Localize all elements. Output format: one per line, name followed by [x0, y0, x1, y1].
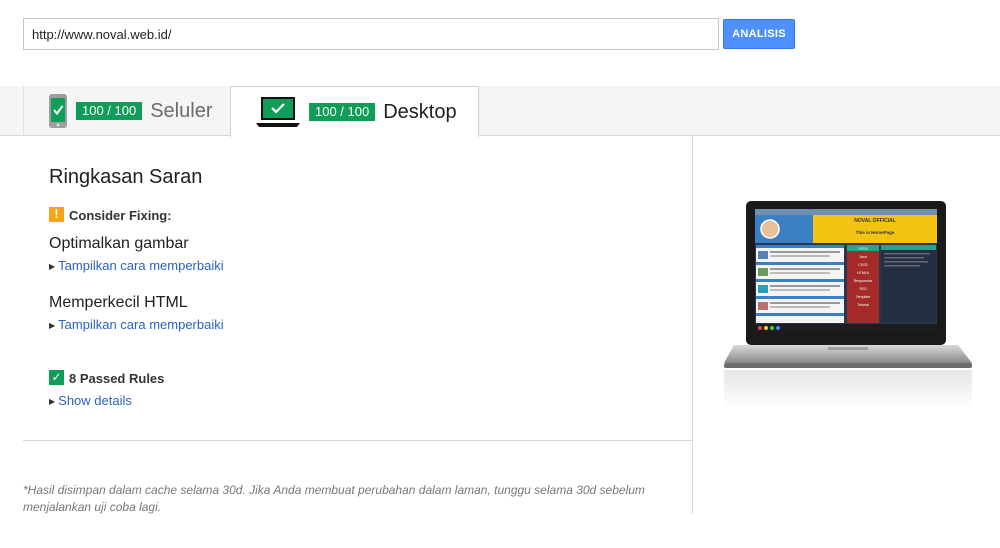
mobile-tab-label: Seluler: [150, 99, 213, 122]
preview-nav-item: Template: [856, 295, 871, 299]
show-fix-link-text: Tampilkan cara memperbaiki: [58, 317, 224, 332]
preview-nav-item: CSS3: [858, 263, 867, 267]
preview-site-title: NOVAL OFFICIAL: [854, 218, 895, 224]
preview-nav-item: SEO: [859, 287, 867, 291]
device-tabs: 100 / 100 Seluler 100 / 100 Desktop: [0, 86, 1000, 137]
triangle-right-icon: ▶: [49, 397, 56, 406]
summary-title: Ringkasan Saran: [49, 166, 203, 188]
url-input[interactable]: [23, 18, 719, 50]
passed-rules-label: 8 Passed Rules: [69, 371, 165, 386]
show-fix-link-html[interactable]: ▶ Tampilkan cara memperbaiki: [49, 317, 224, 332]
mobile-score-badge: 100 / 100: [76, 102, 143, 120]
preview-page-heading: This is HomePage: [856, 230, 895, 235]
section-divider: [23, 440, 692, 441]
analyze-button[interactable]: ANALISIS: [723, 19, 795, 49]
preview-nav-item: Home: [858, 247, 868, 251]
triangle-right-icon: ▶: [49, 262, 56, 271]
show-fix-link-images[interactable]: ▶ Tampilkan cara memperbaiki: [49, 258, 224, 273]
desktop-score-badge: 100 / 100: [309, 103, 376, 121]
consider-fixing-label: Consider Fixing:: [69, 208, 172, 223]
show-fix-link-text: Tampilkan cara memperbaiki: [58, 258, 224, 273]
smartphone-check-icon: [49, 94, 67, 128]
cache-note: *Hasil disimpan dalam cache selama 30d. …: [23, 483, 645, 514]
tab-mobile[interactable]: 100 / 100 Seluler: [23, 86, 231, 136]
preview-nav-item: Java: [859, 255, 867, 259]
rule-title-minify-html: Memperkecil HTML: [49, 294, 188, 311]
preview-nav-item: HTML5: [857, 271, 869, 275]
tab-desktop[interactable]: 100 / 100 Desktop: [230, 86, 479, 137]
preview-nav-item: Tutorial: [857, 303, 869, 307]
checkmark-icon: ✓: [49, 370, 64, 385]
laptop-check-icon: [256, 97, 300, 127]
show-details-text: Show details: [58, 393, 132, 408]
triangle-right-icon: ▶: [49, 321, 56, 330]
column-divider: [692, 136, 693, 514]
desktop-tab-label: Desktop: [383, 100, 457, 123]
preview-nav-item: Responsive: [854, 279, 873, 283]
exclamation-icon: !: [49, 207, 64, 222]
rule-title-optimize-images: Optimalkan gambar: [49, 235, 189, 252]
show-details-link[interactable]: ▶ Show details: [49, 393, 132, 408]
desktop-preview-laptop: NOVAL OFFICIAL This is HomePage Home Jav…: [724, 201, 972, 410]
